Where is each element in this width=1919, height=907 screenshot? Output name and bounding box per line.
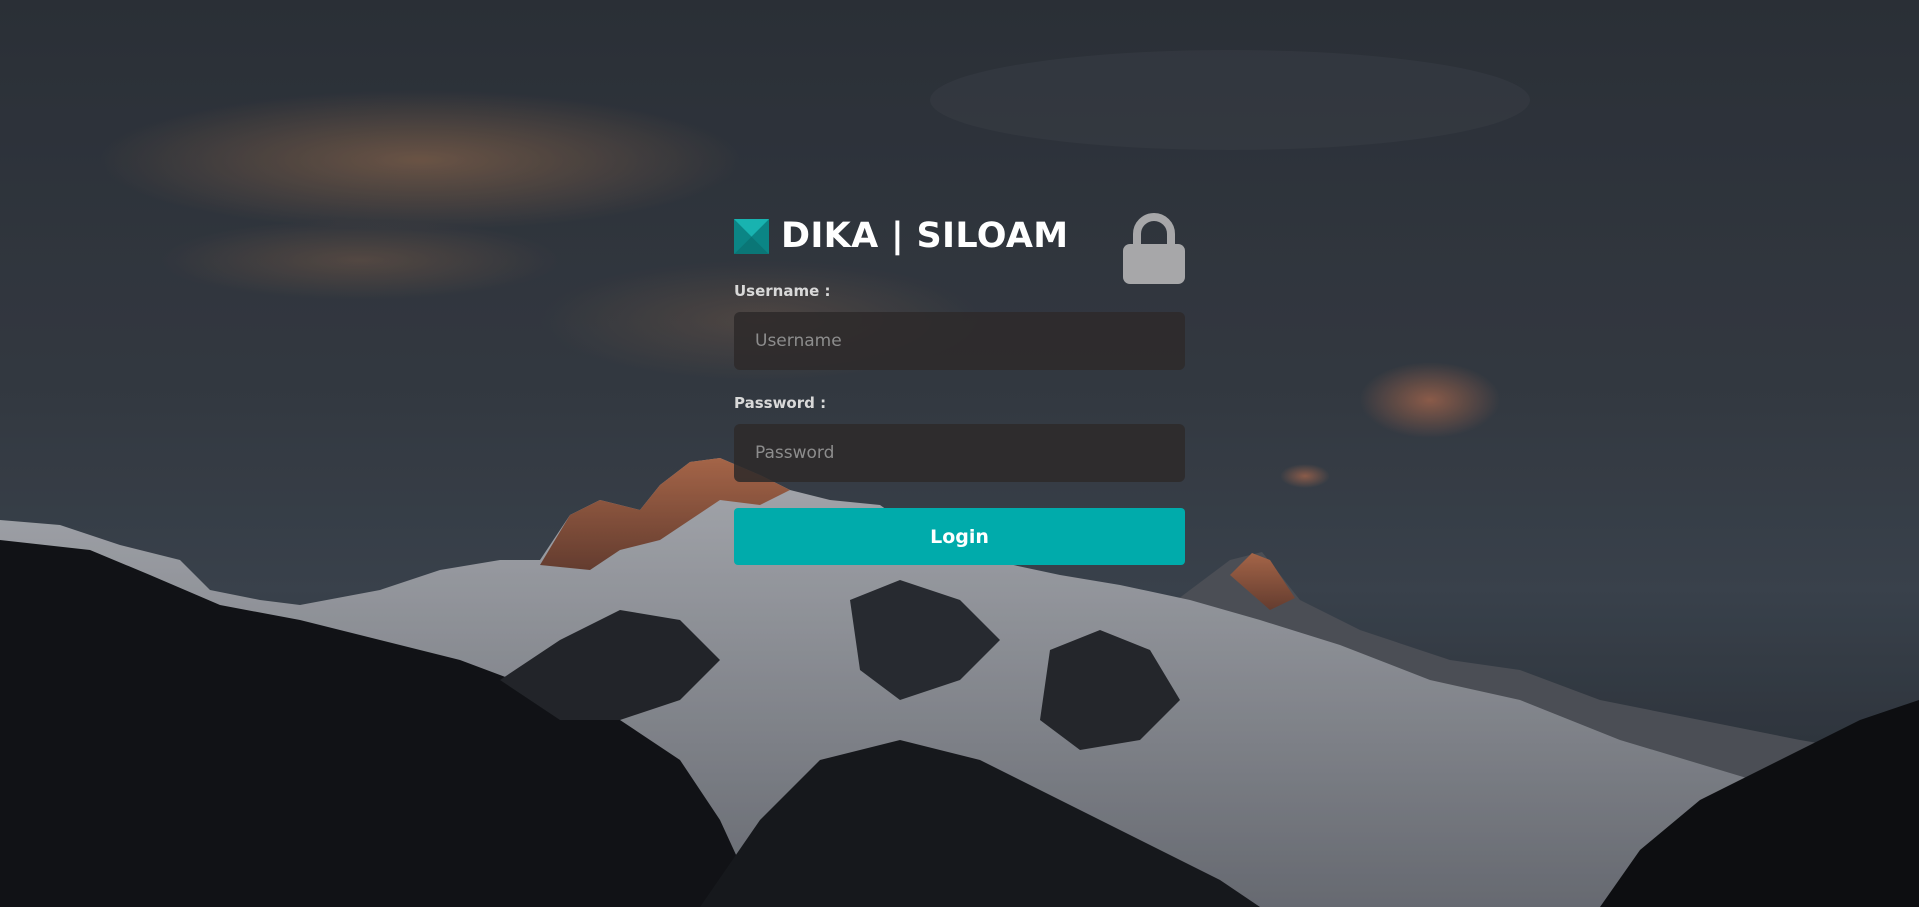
username-label: Username :	[734, 282, 831, 300]
lock-icon	[1123, 213, 1185, 284]
brand: DIKA | SILOAM	[734, 216, 1068, 256]
password-label: Password :	[734, 394, 827, 412]
login-page: DIKA | SILOAM Username : Password : Logi…	[0, 0, 1919, 907]
login-form: DIKA | SILOAM Username : Password : Logi…	[734, 212, 1185, 565]
password-input[interactable]	[734, 424, 1185, 482]
siloam-x-logo-icon	[734, 218, 769, 254]
brand-header: DIKA | SILOAM	[734, 212, 1185, 284]
username-input[interactable]	[734, 312, 1185, 370]
login-button[interactable]: Login	[734, 508, 1185, 565]
brand-title: DIKA | SILOAM	[781, 216, 1069, 256]
